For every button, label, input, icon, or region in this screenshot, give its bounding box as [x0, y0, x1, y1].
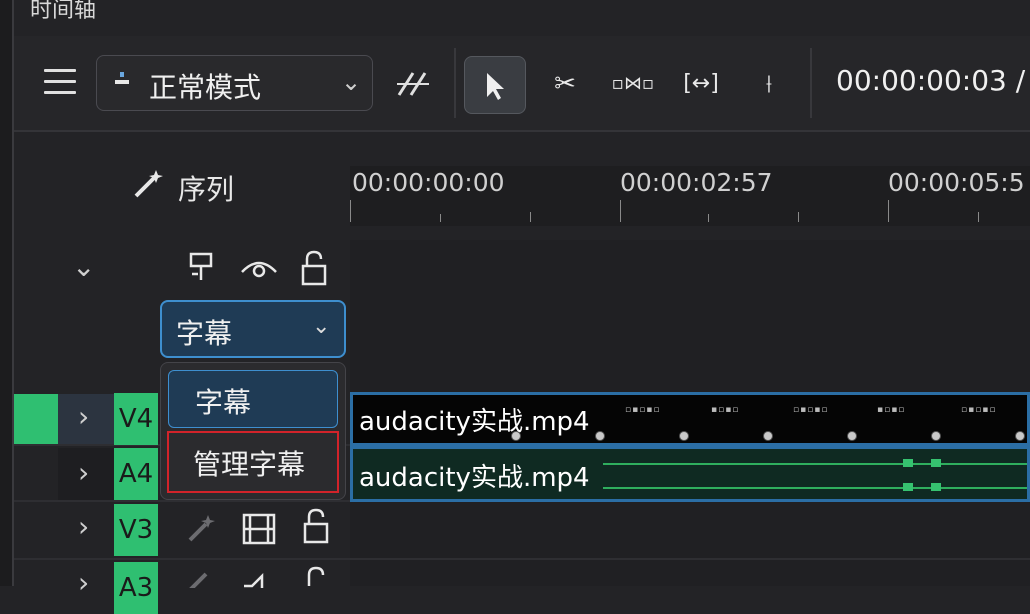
magic-wand-icon[interactable]	[132, 168, 166, 204]
eye-icon[interactable]	[240, 256, 278, 284]
timeline-ruler[interactable]: 00:00:00:00 00:00:02:57 00:00:05:5	[350, 166, 1030, 226]
keyframe-dot[interactable]	[1015, 431, 1025, 441]
keyframe-dot[interactable]	[847, 431, 857, 441]
clip-title: audacity实战.mp4	[359, 463, 590, 493]
keyframe-dot[interactable]	[763, 431, 773, 441]
toolbar-separator	[454, 48, 456, 118]
keyframe-dot[interactable]	[595, 431, 605, 441]
audio-waveform	[603, 463, 1027, 465]
track-active-indicator[interactable]	[14, 394, 58, 444]
clip-thumbnail: ▫▪▫▪▫	[793, 405, 829, 415]
keyframe-dot[interactable]	[679, 431, 689, 441]
ruler-tick	[440, 214, 441, 222]
expand-chevron-icon[interactable]: ›	[78, 510, 89, 543]
clip-thumbnail: ▪▫▪▫	[877, 405, 906, 415]
panel-title: 时间轴	[30, 0, 97, 23]
track-label-a3[interactable]: A3	[114, 562, 158, 614]
timecode-display[interactable]: 00:00:00:03 / 0	[836, 64, 1030, 97]
ruler-tick	[620, 200, 621, 222]
chevron-down-icon: ⌄	[312, 314, 331, 339]
keyframe-dot[interactable]	[511, 431, 521, 441]
track-label-v4[interactable]: V4	[114, 393, 158, 445]
collapse-chevron-icon[interactable]: ⌄	[72, 250, 95, 283]
menu-item-label: 管理字幕	[193, 448, 306, 481]
subtitle-dropdown-menu: 字幕 管理字幕	[160, 362, 346, 500]
sequence-label: 序列	[178, 173, 235, 206]
expand-chevron-icon[interactable]: ›	[78, 400, 89, 433]
spacer-tool-icon[interactable]: ▫⋈▫	[608, 56, 658, 112]
magic-wand-icon[interactable]	[186, 568, 218, 592]
menu-item-subtitle[interactable]: 字幕	[168, 370, 338, 428]
ruler-tick	[798, 212, 799, 222]
mode-select[interactable]: 正常模式 ⌄	[96, 55, 373, 111]
subtitle-select[interactable]: 字幕 ⌄	[160, 300, 346, 358]
ruler-mark: 00:00:00:00	[352, 168, 505, 197]
magic-wand-icon[interactable]	[186, 512, 218, 548]
ripple-tool-icon[interactable]: [↔]	[676, 56, 726, 112]
panel-left-border	[0, 0, 14, 586]
track-label-v3[interactable]: V3	[114, 504, 158, 556]
ruler-tick	[978, 212, 979, 222]
expand-chevron-icon[interactable]: ›	[78, 456, 89, 489]
subtitle-select-value: 字幕	[176, 317, 233, 350]
select-tool-button[interactable]	[464, 56, 526, 114]
ruler-tick	[888, 200, 889, 222]
ruler-tick	[350, 200, 351, 222]
lock-icon[interactable]	[300, 250, 328, 290]
toolbar-separator	[810, 48, 812, 118]
video-clip[interactable]: audacity实战.mp4 ▫▪▫▪▫ ▪▫▪▫ ▫▪▫▪▫ ▪▫▪▫ ▫▪▫…	[350, 392, 1030, 446]
keyframe-marker[interactable]	[903, 483, 913, 491]
subtitle-target-icon[interactable]	[188, 252, 216, 288]
dash-icon	[115, 72, 129, 90]
keyframe-marker[interactable]	[931, 483, 941, 491]
audio-clip[interactable]: audacity实战.mp4	[350, 446, 1030, 502]
slip-tool-icon[interactable]: ⟊	[744, 56, 794, 112]
mode-select-value: 正常模式	[149, 71, 262, 104]
clip-thumbnail: ▫▪▫▪▫	[625, 405, 661, 415]
track-separator	[14, 558, 1030, 560]
expand-chevron-icon[interactable]: ›	[78, 566, 89, 599]
razor-tool-icon[interactable]: ✂	[540, 56, 590, 112]
menu-item-label: 字幕	[195, 386, 252, 419]
hamburger-icon[interactable]	[44, 69, 76, 95]
keyframe-dot[interactable]	[931, 431, 941, 441]
speaker-icon[interactable]	[240, 568, 274, 592]
film-icon[interactable]	[242, 512, 276, 550]
clip-title: audacity实战.mp4	[359, 407, 590, 437]
clip-thumbnail: ▪▫▪▫	[711, 405, 740, 415]
audio-waveform	[603, 487, 1027, 489]
chevron-down-icon: ⌄	[341, 68, 362, 96]
ruler-tick	[708, 214, 709, 222]
menu-item-manage-subtitles[interactable]: 管理字幕	[167, 431, 339, 493]
lock-icon[interactable]	[302, 508, 330, 548]
spacer-tool-icon[interactable]	[388, 56, 438, 112]
keyframe-marker[interactable]	[903, 459, 913, 467]
lock-icon[interactable]	[302, 566, 330, 590]
keyframe-marker[interactable]	[931, 459, 941, 467]
ruler-mark: 00:00:05:5	[888, 168, 1025, 197]
ruler-tick	[530, 212, 531, 222]
track-label-a4[interactable]: A4	[114, 448, 158, 500]
ruler-mark: 00:00:02:57	[620, 168, 773, 197]
clip-thumbnail: ▫▪▫▪▫	[961, 405, 997, 415]
